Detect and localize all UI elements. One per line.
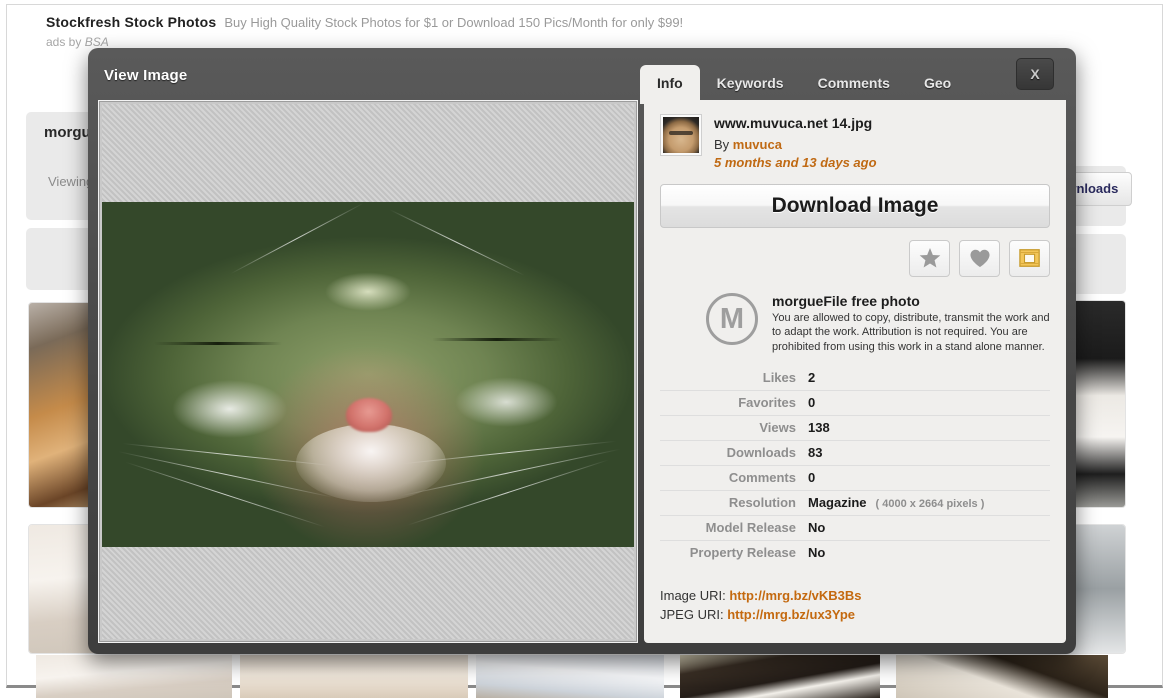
stat-label: Downloads: [726, 445, 796, 461]
viewing-label: Viewing: [48, 174, 94, 189]
avatar[interactable]: [660, 114, 702, 156]
stat-label: Favorites: [738, 395, 796, 411]
action-buttons: [660, 239, 1050, 277]
stat-value: 2: [808, 370, 816, 386]
thumbnail-bottom[interactable]: [896, 655, 1108, 698]
stat-label: Model Release: [705, 520, 796, 536]
ad-attribution: ads by BSA: [46, 35, 846, 49]
image-stats-table: Likes 2 Favorites 0 Views 138 Downloads …: [660, 366, 1050, 565]
stat-row-resolution: Resolution Magazine ( 4000 x 2664 pixels…: [660, 491, 1050, 517]
avatar-image: [663, 117, 699, 153]
close-icon[interactable]: X: [1016, 58, 1054, 90]
advertisement-banner[interactable]: Stockfresh Stock Photos Buy High Quality …: [46, 14, 846, 50]
stat-label: Property Release: [689, 545, 796, 561]
image-uri-label: Image URI:: [660, 588, 730, 604]
uri-block: Image URI: http://mrg.bz/vKB3Bs JPEG URI…: [660, 587, 1050, 625]
star-icon[interactable]: [909, 239, 950, 277]
stat-row-views: Views 138: [660, 416, 1050, 442]
stat-value: 83: [808, 445, 823, 461]
license-title: morgueFile free photo: [772, 292, 920, 309]
view-image-modal: View Image Info Keywords Comments Geo X: [88, 48, 1076, 654]
stat-value: 138: [808, 420, 830, 436]
tab-info[interactable]: Info: [640, 65, 700, 104]
download-image-button[interactable]: Download Image: [660, 183, 1050, 228]
stat-row-comments: Comments 0: [660, 466, 1050, 492]
ad-title[interactable]: Stockfresh Stock Photos: [46, 14, 216, 30]
jpeg-uri-label: JPEG URI:: [660, 606, 728, 622]
stat-row-model-release: Model Release No: [660, 516, 1050, 542]
license-body: You are allowed to copy, distribute, tra…: [772, 311, 1050, 353]
heart-icon[interactable]: [959, 239, 1000, 277]
info-panel: www.muvuca.net 14.jpg By muvuca 5 months…: [644, 100, 1066, 643]
thumbnail-bottom[interactable]: [36, 655, 232, 698]
ad-attribution-brand[interactable]: BSA: [85, 35, 109, 49]
stat-row-property-release: Property Release No: [660, 541, 1050, 565]
image-identity: www.muvuca.net 14.jpg By muvuca 5 months…: [660, 114, 1050, 170]
main-photo[interactable]: [102, 202, 634, 547]
license-block: M morgueFile free photo You are allowed …: [660, 292, 1050, 355]
identity-text: www.muvuca.net 14.jpg By muvuca 5 months…: [714, 114, 877, 170]
stat-label: Likes: [762, 370, 796, 386]
image-filename: www.muvuca.net 14.jpg: [714, 115, 873, 131]
stat-row-favorites: Favorites 0: [660, 391, 1050, 417]
thumbnail-bottom[interactable]: [240, 655, 468, 698]
stat-row-likes: Likes 2: [660, 366, 1050, 392]
stat-row-downloads: Downloads 83: [660, 441, 1050, 467]
screenshot-root: Stockfresh Stock Photos Buy High Quality …: [0, 0, 1169, 700]
tab-comments[interactable]: Comments: [801, 65, 907, 102]
image-viewer[interactable]: [98, 100, 638, 643]
stat-value: Magazine: [808, 495, 867, 511]
ad-attribution-prefix: ads by: [46, 35, 85, 49]
image-byline: By muvuca: [714, 137, 877, 152]
byline-prefix: By: [714, 136, 733, 152]
license-text: morgueFile free photo You are allowed to…: [772, 293, 1050, 355]
thumbnail-bottom[interactable]: [680, 655, 880, 698]
stat-label: Resolution: [728, 495, 796, 511]
stat-note: ( 4000 x 2664 pixels ): [875, 498, 985, 511]
thumbnail-bottom[interactable]: [476, 655, 664, 698]
stat-value: 0: [808, 470, 816, 486]
stat-value: No: [808, 520, 826, 536]
ad-description: Buy High Quality Stock Photos for $1 or …: [224, 15, 684, 30]
modal-title: View Image: [104, 67, 188, 84]
morguefile-badge-icon: M: [706, 292, 758, 345]
stat-label: Comments: [728, 470, 796, 486]
tab-keywords[interactable]: Keywords: [700, 65, 801, 102]
jpeg-uri-line: JPEG URI: http://mrg.bz/ux3Ype: [660, 606, 1050, 625]
author-link[interactable]: muvuca: [733, 137, 782, 152]
stat-value: No: [808, 545, 826, 561]
image-uri-link[interactable]: http://mrg.bz/vKB3Bs: [729, 588, 861, 603]
stat-value: 0: [808, 395, 816, 411]
tab-geo[interactable]: Geo: [907, 65, 968, 102]
image-uri-line: Image URI: http://mrg.bz/vKB3Bs: [660, 587, 1050, 606]
modal-tabs: Info Keywords Comments Geo: [640, 62, 968, 104]
jpeg-uri-link[interactable]: http://mrg.bz/ux3Ype: [727, 607, 855, 622]
stat-label: Views: [759, 420, 796, 436]
upload-time: 5 months and 13 days ago: [714, 154, 877, 170]
photo-detail-overlay: [102, 202, 634, 547]
image-viewer-canvas: [102, 104, 634, 639]
frame-icon[interactable]: [1009, 239, 1050, 277]
